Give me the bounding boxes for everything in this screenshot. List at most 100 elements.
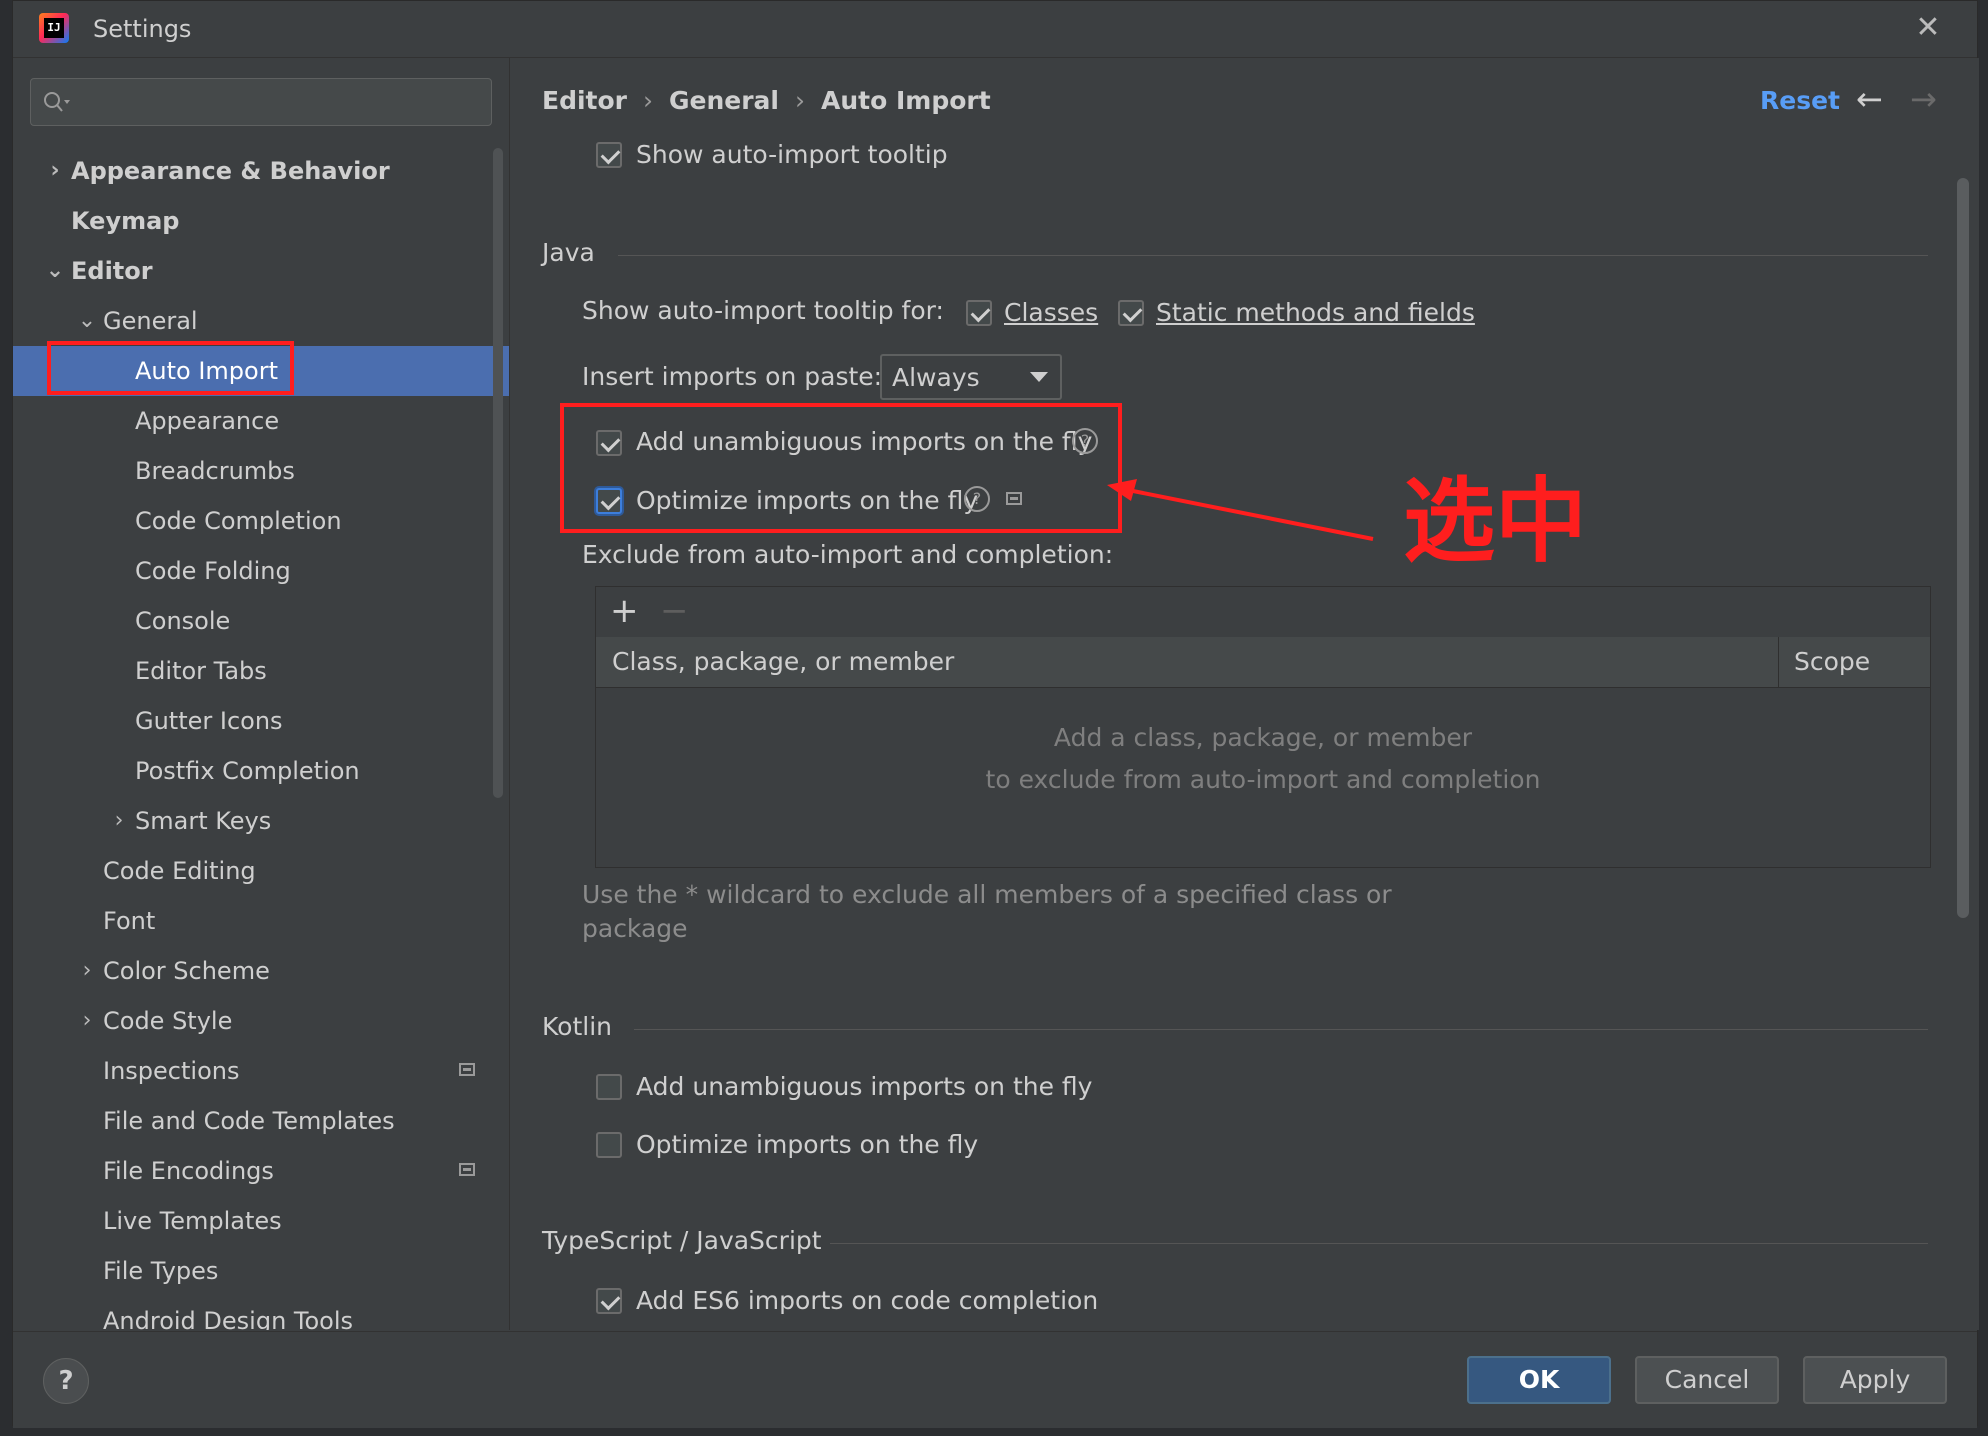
apply-button[interactable]: Apply	[1803, 1356, 1947, 1404]
kotlin-optimize-checkbox[interactable]	[596, 1132, 622, 1158]
sidebar-item-appearance[interactable]: Appearance	[13, 396, 509, 446]
chevron-down-icon[interactable]: ⌄	[43, 246, 67, 296]
sidebar-item-editor[interactable]: ⌄ Editor	[13, 246, 509, 296]
reset-link[interactable]: Reset	[1760, 86, 1840, 115]
sidebar-item-label: Appearance & Behavior	[71, 157, 390, 185]
arrow-right-icon[interactable]: →	[1910, 80, 1937, 118]
column-header-member[interactable]: Class, package, or member	[612, 647, 954, 676]
close-icon[interactable]: ✕	[1911, 11, 1945, 45]
cancel-button[interactable]: Cancel	[1635, 1356, 1779, 1404]
ok-button[interactable]: OK	[1467, 1356, 1611, 1404]
search-field[interactable]	[30, 78, 492, 126]
sidebar-item-label: Smart Keys	[135, 807, 272, 835]
sidebar-item-code-folding[interactable]: Code Folding	[13, 546, 509, 596]
wildcard-hint: package	[582, 914, 688, 943]
sidebar-item-live-templates[interactable]: Live Templates	[13, 1196, 509, 1246]
sidebar-item-smart-keys[interactable]: › Smart Keys	[13, 796, 509, 846]
show-tooltip-checkbox[interactable]	[596, 142, 622, 168]
remove-icon[interactable]: −	[660, 591, 689, 631]
breadcrumb-auto-import: Auto Import	[821, 86, 991, 115]
sidebar-item-label: Inspections	[103, 1057, 240, 1085]
show-tooltip-label: Show auto-import tooltip	[636, 140, 948, 169]
sidebar-item-label: Editor	[71, 257, 153, 285]
chevron-right-icon[interactable]: ›	[75, 946, 99, 996]
breadcrumb: Editor › General › Auto Import	[542, 86, 991, 115]
classes-checkbox[interactable]	[966, 300, 992, 326]
breadcrumb-editor: Editor	[542, 86, 627, 115]
sidebar-item-general[interactable]: ⌄ General	[13, 296, 509, 346]
sidebar-item-inspections[interactable]: Inspections	[13, 1046, 509, 1096]
help-circle-icon[interactable]: ?	[1072, 428, 1098, 454]
sidebar-item-breadcrumbs[interactable]: Breadcrumbs	[13, 446, 509, 496]
kotlin-optimize-label: Optimize imports on the fly	[636, 1130, 979, 1159]
content-scrollbar[interactable]	[1957, 178, 1969, 918]
sidebar-item-file-encodings[interactable]: File Encodings	[13, 1146, 509, 1196]
insert-on-paste-label: Insert imports on paste:	[582, 362, 883, 391]
chevron-right-icon[interactable]: ›	[75, 996, 99, 1046]
classes-label: Classes	[1004, 298, 1099, 327]
sidebar-item-keymap[interactable]: Keymap	[13, 196, 509, 246]
sidebar-item-appearance-behavior[interactable]: › Appearance & Behavior	[13, 146, 509, 196]
settings-sidebar: › Appearance & Behavior Keymap ⌄ Editor …	[13, 58, 510, 1330]
add-icon[interactable]: +	[610, 591, 639, 631]
sidebar-item-label: Keymap	[71, 207, 180, 235]
sidebar-item-file-code-templates[interactable]: File and Code Templates	[13, 1096, 509, 1146]
exclude-table: + − Class, package, or member Scope Add …	[595, 586, 1931, 868]
sidebar-item-code-style[interactable]: › Code Style	[13, 996, 509, 1046]
sidebar-item-gutter-icons[interactable]: Gutter Icons	[13, 696, 509, 746]
sidebar-item-label: Code Editing	[103, 857, 256, 885]
tooltip-for-label: Show auto-import tooltip for:	[582, 296, 944, 325]
sidebar-item-color-scheme[interactable]: › Color Scheme	[13, 946, 509, 996]
chevron-right-icon[interactable]: ›	[107, 796, 131, 846]
sidebar-item-label: File Encodings	[103, 1157, 274, 1185]
sidebar-item-code-completion[interactable]: Code Completion	[13, 496, 509, 546]
sidebar-item-label: Code Style	[103, 1007, 233, 1035]
sidebar-item-label: Gutter Icons	[135, 707, 283, 735]
chevron-right-icon[interactable]: ›	[43, 146, 67, 196]
sidebar-item-label: Font	[103, 907, 156, 935]
sidebar-item-label: Code Completion	[135, 507, 342, 535]
optimize-imports-checkbox[interactable]	[596, 488, 622, 514]
chevron-down-icon[interactable]: ⌄	[75, 296, 99, 346]
breadcrumb-separator: ›	[795, 86, 805, 115]
sidebar-item-postfix-completion[interactable]: Postfix Completion	[13, 746, 509, 796]
help-circle-icon[interactable]: ?	[964, 486, 990, 512]
window-title: Settings	[93, 15, 192, 43]
section-divider	[618, 255, 1928, 256]
sidebar-item-label: File Types	[103, 1257, 219, 1285]
sidebar-item-label: Android Design Tools	[103, 1307, 354, 1330]
sidebar-item-font[interactable]: Font	[13, 896, 509, 946]
annotation-text: 选中	[1403, 468, 1588, 575]
table-empty-text: Add a class, package, or member	[1053, 723, 1473, 752]
settings-tree: › Appearance & Behavior Keymap ⌄ Editor …	[13, 146, 509, 1330]
sidebar-item-file-types[interactable]: File Types	[13, 1246, 509, 1296]
sidebar-item-console[interactable]: Console	[13, 596, 509, 646]
sidebar-scrollbar[interactable]	[493, 148, 503, 798]
insert-on-paste-select[interactable]: Always	[880, 354, 1062, 400]
sidebar-item-code-editing[interactable]: Code Editing	[13, 846, 509, 896]
search-input[interactable]	[79, 85, 483, 121]
es6-imports-checkbox[interactable]	[596, 1288, 622, 1314]
kotlin-add-unambiguous-checkbox[interactable]	[596, 1074, 622, 1100]
breadcrumb-general: General	[669, 86, 779, 115]
sidebar-item-label: Appearance	[135, 407, 280, 435]
sidebar-item-auto-import[interactable]: Auto Import	[13, 346, 509, 396]
sidebar-item-label: Code Folding	[135, 557, 291, 585]
project-scope-icon	[459, 1063, 475, 1076]
sidebar-item-android-design-tools[interactable]: Android Design Tools	[13, 1296, 509, 1330]
project-scope-icon	[1006, 492, 1022, 505]
sidebar-item-label: Breadcrumbs	[135, 457, 295, 485]
column-header-scope[interactable]: Scope	[1794, 647, 1870, 676]
es6-imports-label: Add ES6 imports on code completion	[636, 1286, 1099, 1315]
static-members-label: Static methods and fields	[1156, 298, 1475, 327]
add-unambiguous-checkbox[interactable]	[596, 430, 622, 456]
sidebar-item-label: Color Scheme	[103, 957, 270, 985]
static-members-checkbox[interactable]	[1118, 300, 1144, 326]
sidebar-item-label: Editor Tabs	[135, 657, 267, 685]
sidebar-item-editor-tabs[interactable]: Editor Tabs	[13, 646, 509, 696]
arrow-left-icon[interactable]: ←	[1856, 80, 1883, 118]
column-divider	[1778, 637, 1779, 687]
section-divider	[634, 1029, 1928, 1030]
sidebar-item-label: Console	[135, 607, 231, 635]
help-button[interactable]: ?	[43, 1358, 89, 1404]
